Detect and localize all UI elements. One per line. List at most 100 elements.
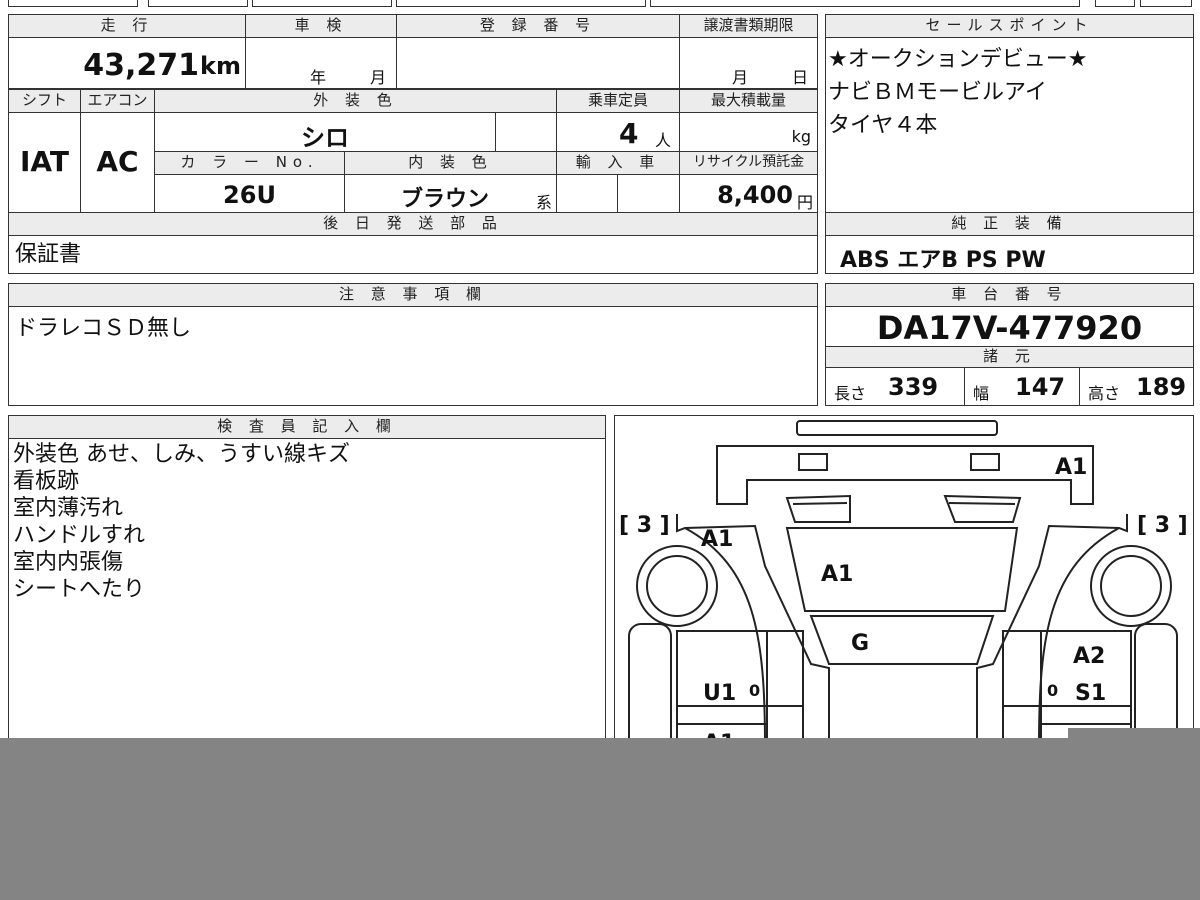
shift-value: IAT: [19, 145, 69, 178]
inspection-header: 車 検: [245, 14, 397, 38]
interior-color-cell: ブラウン 系: [344, 174, 557, 213]
exterior-color-header: 外 装 色: [154, 89, 557, 113]
mileage-cell: 43,271 km: [8, 37, 246, 89]
headlight-left: [798, 453, 828, 471]
notes-header: 注 意 事 項 欄: [8, 283, 818, 307]
registration-cell: [396, 37, 680, 89]
mark-left-door: U1: [703, 681, 736, 706]
exterior-extra-cell: [495, 112, 557, 152]
front-bumper-outline: [716, 445, 1094, 505]
dimensions-header: 諸 元: [825, 346, 1194, 368]
capacity-value: 4: [619, 117, 639, 150]
recycle-unit: 円: [796, 193, 813, 212]
mark-windshield: G: [851, 631, 869, 656]
inspector-line-1: 外装色 あせ、しみ、うすい線キズ: [13, 442, 350, 467]
front-bumper-bar: [796, 420, 998, 436]
chassis-cell: DA17V-477920: [825, 306, 1194, 347]
top-cut-cell-2: [148, 0, 248, 7]
sales-point-line-2: ナビＢＭモービルアイ: [828, 80, 1047, 105]
inspector-line-2: 看板跡: [13, 469, 80, 494]
import-cell-2: [617, 174, 680, 213]
shift-header: シフト: [8, 89, 81, 113]
bottom-gray-overlay: [0, 738, 1200, 900]
interior-color-suffix: 系: [535, 193, 552, 212]
dimension-width-cell: 幅 147: [964, 367, 1080, 406]
inspector-cell: 外装色 あせ、しみ、うすい線キズ 看板跡 室内薄汚れ ハンドルすれ 室内内張傷 …: [8, 438, 606, 758]
ac-header: エアコン: [80, 89, 155, 113]
capacity-unit: 人: [655, 131, 672, 150]
mark-right-door-2: S1: [1075, 681, 1106, 706]
mark-right-door-1: A2: [1073, 644, 1105, 669]
max-load-unit: kg: [791, 127, 811, 146]
mark-small-right: 0: [1047, 681, 1058, 700]
capacity-header: 乗車定員: [556, 89, 680, 113]
mark-tire-left: [ 3 ]: [619, 513, 670, 538]
chassis-header: 車 台 番 号: [825, 283, 1194, 307]
transfer-month-label: 月: [732, 68, 749, 87]
dimension-height-value: 189: [1136, 373, 1187, 401]
headlight-right: [970, 453, 1000, 471]
capacity-cell: 4 人: [556, 112, 680, 152]
import-header: 輸 入 車: [556, 151, 680, 175]
inspection-cell: 年 月: [245, 37, 397, 89]
top-cut-cell-5: [650, 0, 1080, 7]
dimension-height-cell: 高さ 189: [1079, 367, 1194, 406]
inspector-header: 検 査 員 記 入 欄: [8, 415, 606, 439]
max-load-cell: kg: [679, 112, 818, 152]
recycle-cell: 8,400 円: [679, 174, 818, 213]
tire-left: [636, 545, 718, 627]
interior-color-value: ブラウン: [401, 187, 490, 212]
grille-right: [943, 494, 1022, 523]
later-parts-value: 保証書: [15, 242, 82, 267]
genuine-equipment-header: 純 正 装 備: [825, 212, 1194, 236]
max-load-header: 最大積載量: [679, 89, 818, 113]
mark-left-fender: A1: [701, 527, 733, 552]
import-cell-1: [556, 174, 618, 213]
inspector-line-4: ハンドルすれ: [13, 523, 146, 548]
color-no-header: カ ラ ー No.: [154, 151, 345, 175]
ac-cell: AC: [80, 112, 155, 213]
windshield-outline: [809, 615, 995, 665]
mileage-unit: km: [200, 52, 241, 80]
inspection-month-label: 月: [370, 68, 387, 87]
top-cut-cell-1: [8, 0, 138, 7]
transfer-deadline-cell: 月 日: [679, 37, 818, 89]
transfer-deadline-header: 譲渡書類期限: [679, 14, 818, 38]
left-rear-fender: [628, 623, 672, 756]
top-cut-cell-3: [252, 0, 392, 7]
inspector-line-3: 室内薄汚れ: [13, 496, 124, 521]
registration-header: 登 録 番 号: [396, 14, 680, 38]
chassis-value: DA17V-477920: [876, 309, 1143, 347]
inspector-line-5: 室内内張傷: [13, 550, 124, 575]
mark-hood: A1: [821, 562, 853, 587]
vehicle-diagram-svg: A1 A1 A1 G A2 S1 U1 A1 [ 3 ] [ 3 ] 0 0: [619, 420, 1188, 756]
shift-cell: IAT: [8, 112, 81, 213]
mark-tire-right: [ 3 ]: [1137, 513, 1188, 538]
genuine-equipment-cell: ABS エアB PS PW: [825, 235, 1194, 274]
top-cut-cell-4: [396, 0, 646, 7]
inspection-year-label: 年: [310, 68, 327, 87]
vehicle-diagram: A1 A1 A1 G A2 S1 U1 A1 [ 3 ] [ 3 ] 0 0: [614, 415, 1194, 758]
dimension-width-label: 幅: [973, 384, 990, 403]
sales-points-header: セールスポイント: [825, 14, 1194, 38]
transfer-day-label: 日: [792, 68, 809, 87]
mileage-header: 走 行: [8, 14, 246, 38]
dimension-length-value: 339: [888, 373, 939, 401]
notes-value: ドラレコＳＤ無し: [15, 316, 192, 341]
mileage-value: 43,271: [83, 48, 199, 83]
mark-small-left: 0: [749, 681, 760, 700]
exterior-color-value: シロ: [301, 124, 349, 152]
sales-point-line-1: ★オークションデビュー★: [828, 47, 1088, 72]
inspector-line-6: シートへたり: [13, 577, 146, 602]
sales-points-cell: ★オークションデビュー★ ナビＢＭモービルアイ タイヤ４本: [825, 37, 1194, 213]
tire-right: [1090, 545, 1172, 627]
dimension-length-cell: 長さ 339: [825, 367, 965, 406]
later-parts-cell: 保証書: [8, 235, 818, 274]
dimension-length-label: 長さ: [834, 384, 867, 403]
exterior-color-cell: シロ: [154, 112, 496, 152]
grille-left: [785, 494, 851, 523]
sales-point-line-3: タイヤ４本: [828, 113, 938, 138]
notes-cell: ドラレコＳＤ無し: [8, 306, 818, 406]
genuine-equipment-value: ABS エアB PS PW: [840, 248, 1046, 273]
top-cut-cell-6: [1095, 0, 1135, 7]
